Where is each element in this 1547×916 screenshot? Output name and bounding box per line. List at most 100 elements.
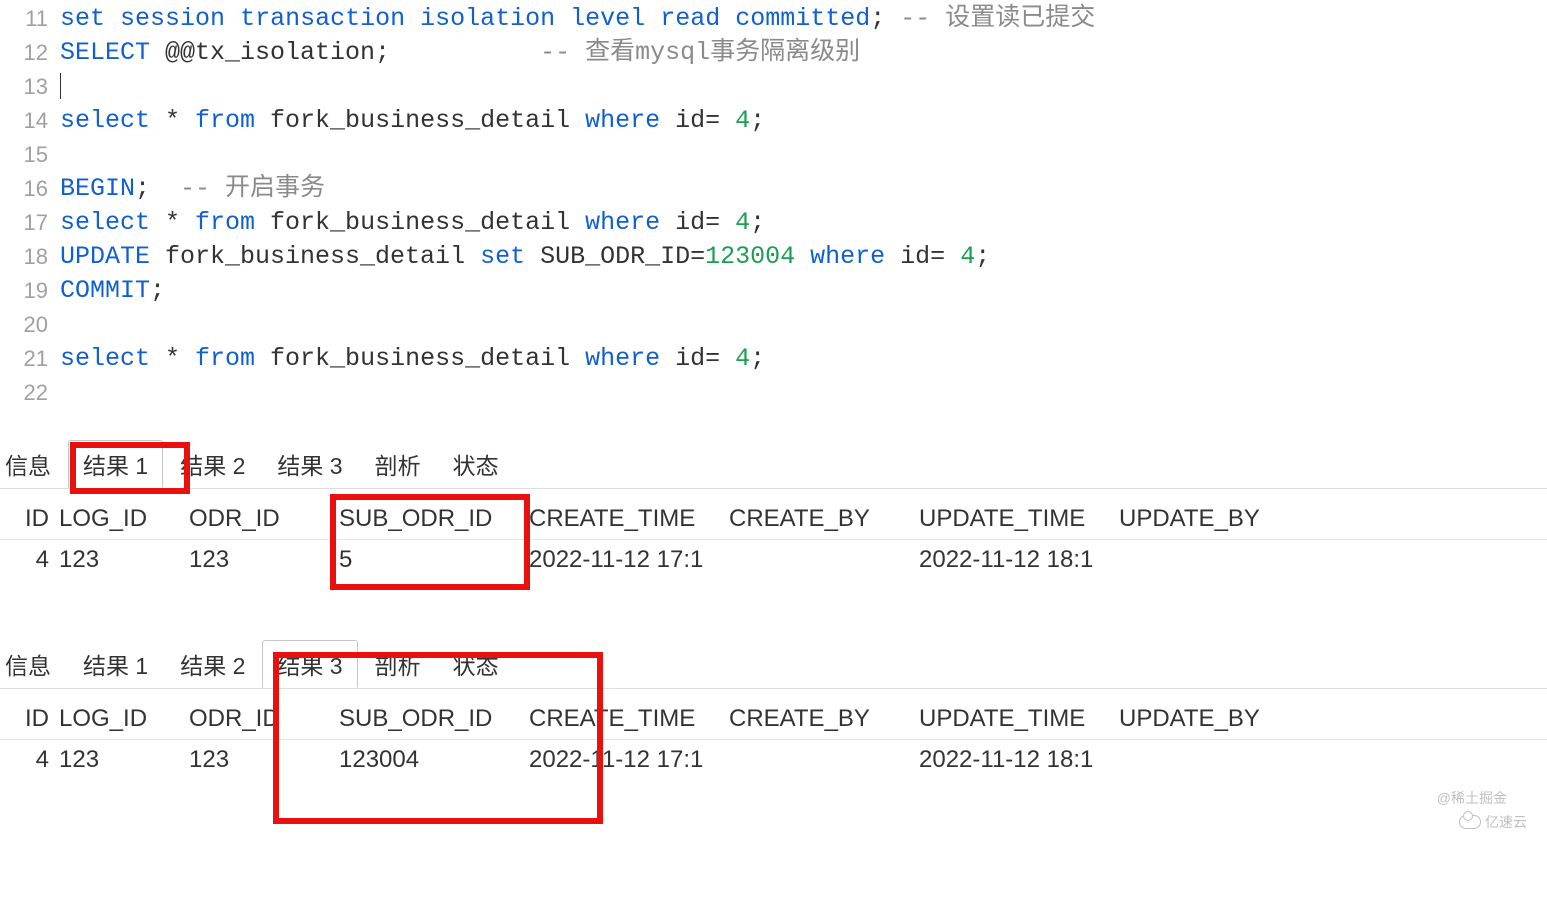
tab-结果 2[interactable]: 结果 2	[165, 640, 260, 688]
code-token: 4	[735, 104, 750, 138]
tab-剖析[interactable]: 剖析	[360, 640, 436, 688]
tab-剖析[interactable]: 剖析	[360, 440, 436, 488]
col-CREATE_BY[interactable]: CREATE_BY	[725, 499, 915, 539]
code-line[interactable]: select * from fork_business_detail where…	[60, 104, 1547, 138]
cell-SUB_ODR_ID[interactable]: 5	[335, 540, 525, 580]
code-token: set	[60, 2, 105, 36]
cell-CREATE_BY[interactable]	[725, 554, 915, 566]
col-ID[interactable]: ID	[0, 699, 55, 739]
col-SUB_ODR_ID[interactable]: SUB_ODR_ID	[335, 499, 525, 539]
tab-结果 3[interactable]: 结果 3	[262, 640, 357, 688]
col-UPDATE_BY[interactable]: UPDATE_BY	[1115, 499, 1315, 539]
result2-header-row: IDLOG_IDODR_IDSUB_ODR_IDCREATE_TIMECREAT…	[0, 699, 1547, 740]
result1-tabs[interactable]: 信息结果 1结果 2结果 3剖析状态	[0, 440, 1547, 489]
code-area[interactable]: set session transaction isolation level …	[60, 2, 1547, 410]
code-token: 4	[735, 206, 750, 240]
col-UPDATE_TIME[interactable]: UPDATE_TIME	[915, 699, 1115, 739]
code-token: id=	[660, 342, 735, 376]
cell-SUB_ODR_ID[interactable]: 123004	[335, 740, 525, 780]
col-UPDATE_TIME[interactable]: UPDATE_TIME	[915, 499, 1115, 539]
code-token: set	[480, 240, 525, 274]
cell-UPDATE_BY[interactable]	[1115, 554, 1315, 566]
code-token: -- 开启事务	[180, 172, 325, 206]
code-token: where	[585, 104, 660, 138]
col-CREATE_BY[interactable]: CREATE_BY	[725, 699, 915, 739]
code-token: 4	[960, 240, 975, 274]
col-ID[interactable]: ID	[0, 499, 55, 539]
cell-CREATE_BY[interactable]	[725, 754, 915, 766]
cell-LOG_ID[interactable]: 123	[55, 540, 185, 580]
cell-UPDATE_TIME[interactable]: 2022-11-12 18:1	[915, 540, 1115, 580]
code-token	[555, 2, 570, 36]
tab-状态[interactable]: 状态	[438, 440, 514, 488]
code-token: SUB_ODR_ID=	[525, 240, 705, 274]
col-ODR_ID[interactable]: ODR_ID	[185, 699, 335, 739]
code-token: ;	[150, 274, 165, 308]
code-line[interactable]: select * from fork_business_detail where…	[60, 342, 1547, 376]
line-gutter: 111213141516171819202122	[0, 2, 60, 410]
code-token: COMMIT	[60, 274, 150, 308]
code-token: ;	[750, 342, 765, 376]
cell-LOG_ID[interactable]: 123	[55, 740, 185, 780]
cell-UPDATE_TIME[interactable]: 2022-11-12 18:1	[915, 740, 1115, 780]
col-CREATE_TIME[interactable]: CREATE_TIME	[525, 499, 725, 539]
text-caret	[60, 73, 61, 99]
tab-信息[interactable]: 信息	[0, 640, 66, 688]
code-token: where	[585, 206, 660, 240]
code-token: from	[195, 206, 255, 240]
code-line[interactable]	[60, 70, 1547, 104]
cell-ID[interactable]: 4	[0, 740, 55, 780]
col-SUB_ODR_ID[interactable]: SUB_ODR_ID	[335, 699, 525, 739]
col-LOG_ID[interactable]: LOG_ID	[55, 499, 185, 539]
code-line[interactable]: select * from fork_business_detail where…	[60, 206, 1547, 240]
tab-结果 1[interactable]: 结果 1	[68, 640, 163, 688]
code-token: fork_business_detail	[255, 342, 585, 376]
code-token: *	[150, 206, 195, 240]
code-token: -- 查看mysql事务隔离级别	[540, 36, 860, 70]
result2-tabs[interactable]: 信息结果 1结果 2结果 3剖析状态	[0, 640, 1547, 689]
code-token: ;	[870, 2, 900, 36]
code-line[interactable]: COMMIT;	[60, 274, 1547, 308]
col-ODR_ID[interactable]: ODR_ID	[185, 499, 335, 539]
cell-ODR_ID[interactable]: 123	[185, 540, 335, 580]
result-panel-1: 信息结果 1结果 2结果 3剖析状态 IDLOG_IDODR_IDSUB_ODR…	[0, 440, 1547, 580]
code-line[interactable]: UPDATE fork_business_detail set SUB_ODR_…	[60, 240, 1547, 274]
result-panel-2: 信息结果 1结果 2结果 3剖析状态 IDLOG_IDODR_IDSUB_ODR…	[0, 640, 1547, 780]
code-token	[795, 240, 810, 274]
code-token: from	[195, 342, 255, 376]
watermark-yisu: 亿速云	[1459, 812, 1527, 832]
cell-ODR_ID[interactable]: 123	[185, 740, 335, 780]
code-token: UPDATE	[60, 240, 150, 274]
cell-CREATE_TIME[interactable]: 2022-11-12 17:1	[525, 740, 725, 780]
sql-editor[interactable]: 111213141516171819202122 set session tra…	[0, 0, 1547, 410]
col-CREATE_TIME[interactable]: CREATE_TIME	[525, 699, 725, 739]
code-line[interactable]	[60, 138, 1547, 172]
code-token: ;	[750, 104, 765, 138]
col-LOG_ID[interactable]: LOG_ID	[55, 699, 185, 739]
tab-结果 3[interactable]: 结果 3	[262, 440, 357, 488]
tab-结果 2[interactable]: 结果 2	[165, 440, 260, 488]
result1-table: IDLOG_IDODR_IDSUB_ODR_IDCREATE_TIMECREAT…	[0, 499, 1547, 580]
code-token: select	[60, 104, 150, 138]
code-token: isolation	[420, 2, 555, 36]
code-line[interactable]: set session transaction isolation level …	[60, 2, 1547, 36]
cell-ID[interactable]: 4	[0, 540, 55, 580]
code-token: select	[60, 342, 150, 376]
code-line[interactable]	[60, 308, 1547, 342]
result2-data-row[interactable]: 41231231230042022-11-12 17:12022-11-12 1…	[0, 740, 1547, 780]
code-token	[225, 2, 240, 36]
tab-状态[interactable]: 状态	[438, 640, 514, 688]
code-token: fork_business_detail	[255, 104, 585, 138]
code-line[interactable]: BEGIN; -- 开启事务	[60, 172, 1547, 206]
col-UPDATE_BY[interactable]: UPDATE_BY	[1115, 699, 1315, 739]
tab-信息[interactable]: 信息	[0, 440, 66, 488]
code-token: 4	[735, 342, 750, 376]
code-line[interactable]: SELECT @@tx_isolation; -- 查看mysql事务隔离级别	[60, 36, 1547, 70]
tab-结果 1[interactable]: 结果 1	[68, 440, 163, 488]
code-token	[105, 2, 120, 36]
cell-UPDATE_BY[interactable]	[1115, 754, 1315, 766]
code-line[interactable]	[60, 376, 1547, 410]
code-token: id=	[660, 206, 735, 240]
cell-CREATE_TIME[interactable]: 2022-11-12 17:1	[525, 540, 725, 580]
result1-data-row[interactable]: 412312352022-11-12 17:12022-11-12 18:1	[0, 540, 1547, 580]
